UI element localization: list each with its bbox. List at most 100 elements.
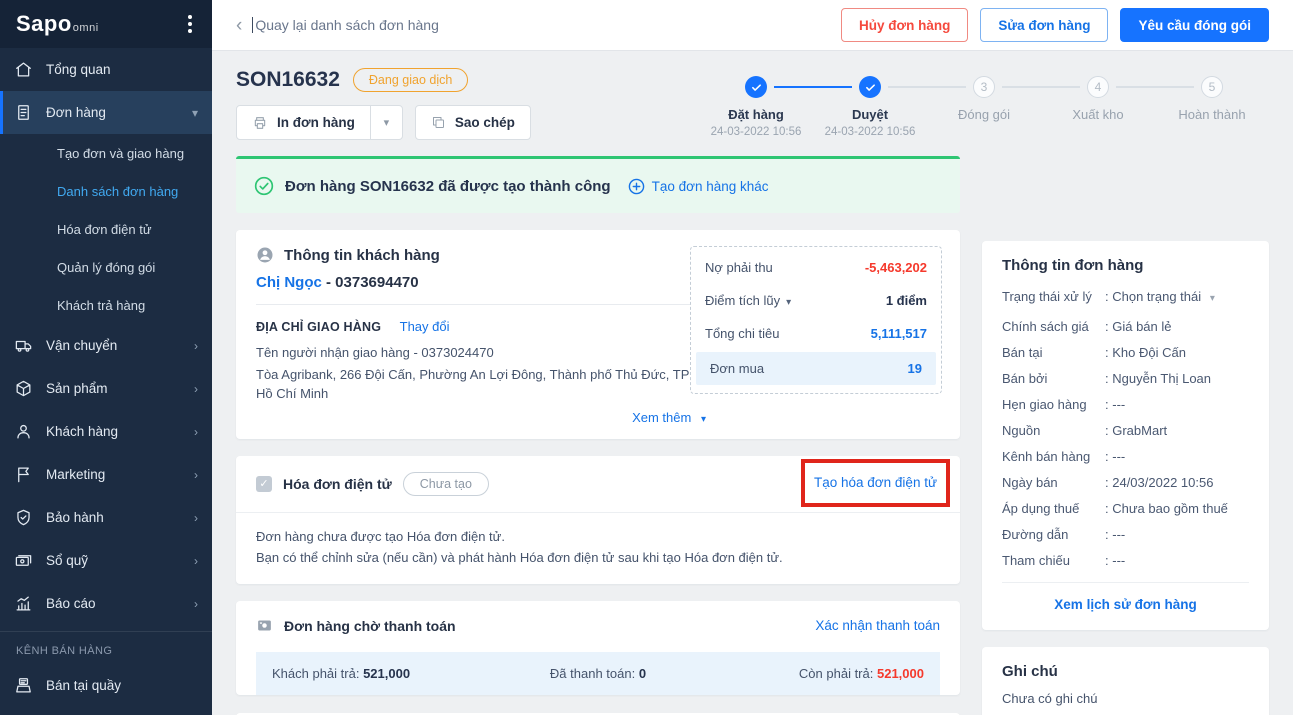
chevron-left-icon: ‹ xyxy=(236,14,243,36)
field-value: Chọn trạng thái xyxy=(1105,289,1201,304)
field-value: GrabMart xyxy=(1105,423,1167,438)
payment-icon xyxy=(258,620,271,631)
copy-icon xyxy=(432,117,444,128)
sidebar-item-label: Tổng quan xyxy=(46,62,111,77)
shipping-address-label: ĐỊA CHỈ GIAO HÀNG xyxy=(256,320,382,334)
sidebar-item-label: Bán tại quầy xyxy=(46,678,122,693)
request-packing-button[interactable]: Yêu cầu đóng gói xyxy=(1120,8,1269,42)
field-kenh-ban-hang: Kênh bán hàng --- xyxy=(1002,449,1249,464)
sidebar-subitem-danh-sach-don-hang[interactable]: Danh sách đơn hàng xyxy=(0,172,212,210)
stat-value: 5,111,517 xyxy=(870,326,927,341)
create-another-order-link[interactable]: Tạo đơn hàng khác xyxy=(628,178,769,195)
field-hen-giao-hang: Hẹn giao hàng --- xyxy=(1002,397,1249,412)
user-icon xyxy=(257,247,273,263)
address-line: Tòa Agribank, 266 Đội Cấn, Phường An Lợi… xyxy=(256,366,690,401)
chevron-right-icon: › xyxy=(194,338,198,353)
order-history-link[interactable]: Xem lịch sử đơn hàng xyxy=(1002,582,1249,616)
status-select[interactable]: Chọn trạng thái ▾ xyxy=(1105,289,1215,304)
sidebar-item-don-hang[interactable]: Đơn hàng ▾ xyxy=(0,91,212,134)
see-more-link[interactable]: Xem thêm ▾ xyxy=(256,410,706,425)
stat-tong-chi-tieu: Tổng chi tiêu 5,111,517 xyxy=(691,317,941,350)
copy-button-label: Sao chép xyxy=(454,115,515,130)
content: SON16632 Đang giao dịch In đơn hàng ▾ Sa… xyxy=(212,50,1293,715)
confirm-payment-link[interactable]: Xác nhận thanh toán xyxy=(815,618,940,633)
print-order-button[interactable]: In đơn hàng xyxy=(237,106,370,139)
sidebar-subitem-hoa-don-dien-tu[interactable]: Hóa đơn điện tử xyxy=(0,210,212,248)
kebab-menu-icon[interactable] xyxy=(184,11,196,37)
subitem-label: Khách trả hàng xyxy=(57,297,146,313)
sidebar-item-san-pham[interactable]: Sản phẩm › xyxy=(0,367,212,410)
sidebar-item-tong-quan[interactable]: Tổng quan xyxy=(0,48,212,91)
field-label: Trạng thái xử lý xyxy=(1002,289,1092,304)
field-label: Bán bởi xyxy=(1002,371,1048,386)
field-value: Chưa bao gồm thuế xyxy=(1105,501,1228,516)
chevron-right-icon: › xyxy=(194,381,198,396)
field-nguon: Nguồn GrabMart xyxy=(1002,423,1249,438)
sidebar-item-marketing[interactable]: Marketing › xyxy=(0,453,212,496)
field-label: Đường dẫn xyxy=(1002,527,1069,542)
sidebar-item-bao-hanh[interactable]: Bảo hành › xyxy=(0,496,212,539)
print-split-button: In đơn hàng ▾ xyxy=(236,105,403,140)
divider xyxy=(256,304,696,305)
home-icon xyxy=(16,62,31,77)
stat-label: Tổng chi tiêu xyxy=(705,326,780,341)
cancel-order-button[interactable]: Hủy đơn hàng xyxy=(841,8,969,42)
sidebar-item-label: Marketing xyxy=(46,467,106,482)
stat-value: 1 điểm xyxy=(885,293,927,308)
einvoice-line1: Đơn hàng chưa được tạo Hóa đơn điện tử. xyxy=(256,528,505,544)
back-link[interactable]: ‹ Quay lại danh sách đơn hàng xyxy=(236,16,439,35)
stat-diem-tich-luy: Điểm tích lũy ▾ 1 điểm xyxy=(691,284,941,317)
step-date: 24-03-2022 10:56 xyxy=(710,126,802,138)
loyalty-points-dropdown[interactable]: Điểm tích lũy ▾ xyxy=(705,293,791,308)
create-einvoice-link[interactable]: Tạo hóa đơn điện tử xyxy=(814,475,937,490)
order-header-left: SON16632 Đang giao dịch In đơn hàng ▾ Sa… xyxy=(236,68,531,140)
chevron-right-icon: › xyxy=(194,510,198,525)
sapo-logo[interactable]: Sapoomni xyxy=(16,11,99,37)
sidebar-subitem-tao-don[interactable]: Tạo đơn và giao hàng xyxy=(0,134,212,172)
copy-order-button[interactable]: Sao chép xyxy=(414,105,531,140)
sidebar-item-ban-tai-quay[interactable]: Bán tại quầy xyxy=(0,664,212,707)
field-value: 24/03/2022 10:56 xyxy=(1105,475,1213,490)
subitem-label: Tạo đơn và giao hàng xyxy=(57,145,185,161)
customer-info-title: Thông tin khách hàng xyxy=(284,246,440,264)
app-root: Sapoomni Tổng quan Đơn hàng ▾ Tạo đơn và… xyxy=(0,0,1293,715)
print-options-caret[interactable]: ▾ xyxy=(369,106,402,139)
change-address-link[interactable]: Thay đổi xyxy=(400,319,450,334)
step-check-icon xyxy=(745,76,767,98)
step-number: 5 xyxy=(1201,76,1223,98)
sidebar-item-bao-cao[interactable]: Báo cáo › xyxy=(0,582,212,625)
sidebar-subitem-khach-tra-hang[interactable]: Khách trả hàng xyxy=(0,286,212,324)
left-column: Đơn hàng SON16632 đã được tạo thành công… xyxy=(236,156,960,715)
sidebar-item-khach-hang[interactable]: Khách hàng › xyxy=(0,410,212,453)
sidebar-item-van-chuyen[interactable]: Vận chuyển › xyxy=(0,324,212,367)
sidebar-item-label: Khách hàng xyxy=(46,424,119,439)
field-label: Chính sách giá xyxy=(1002,319,1089,334)
sidebar-item-label: Sản phẩm xyxy=(46,381,108,396)
einvoice-checkbox[interactable]: ✓ xyxy=(256,475,272,492)
field-tham-chieu: Tham chiếu --- xyxy=(1002,553,1249,568)
edit-order-button[interactable]: Sửa đơn hàng xyxy=(980,8,1109,42)
stat-value: -5,463,202 xyxy=(864,260,927,275)
field-label: Tham chiếu xyxy=(1002,553,1070,568)
customer-name-link[interactable]: Chị Ngọc xyxy=(256,274,322,291)
step-number: 3 xyxy=(973,76,995,98)
field-label: Ngày bán xyxy=(1002,475,1058,490)
stat-value: 19 xyxy=(907,361,922,376)
success-banner: Đơn hàng SON16632 đã được tạo thành công… xyxy=(236,156,960,213)
shield-icon xyxy=(17,509,30,526)
field-label: Bán tại xyxy=(1002,345,1043,360)
payment-total: Khách phải trả: 521,000 xyxy=(272,666,489,681)
brand-suffix: omni xyxy=(72,22,99,34)
right-column: Thông tin đơn hàng Trạng thái xử lý Chọn… xyxy=(982,241,1269,715)
field-ban-tai: Bán tại Kho Đội Cấn xyxy=(1002,345,1249,360)
brand-name: Sapo xyxy=(16,11,72,36)
sidebar-subitem-quan-ly-dong-goi[interactable]: Quản lý đóng gói xyxy=(0,248,212,286)
flag-icon xyxy=(18,467,29,483)
field-chinh-sach-gia: Chính sách giá Giá bán lẻ xyxy=(1002,319,1249,334)
payment-summary-strip: Khách phải trả: 521,000 Đã thanh toán: 0… xyxy=(256,652,940,696)
sidebar-item-label: Đơn hàng xyxy=(46,105,106,120)
payment-card: Đơn hàng chờ thanh toán Xác nhận thanh t… xyxy=(236,601,960,696)
step-label: Đóng gói xyxy=(957,107,1011,122)
chevron-down-icon: ▾ xyxy=(191,105,198,120)
sidebar-item-so-quy[interactable]: Sổ quỹ › xyxy=(0,539,212,582)
